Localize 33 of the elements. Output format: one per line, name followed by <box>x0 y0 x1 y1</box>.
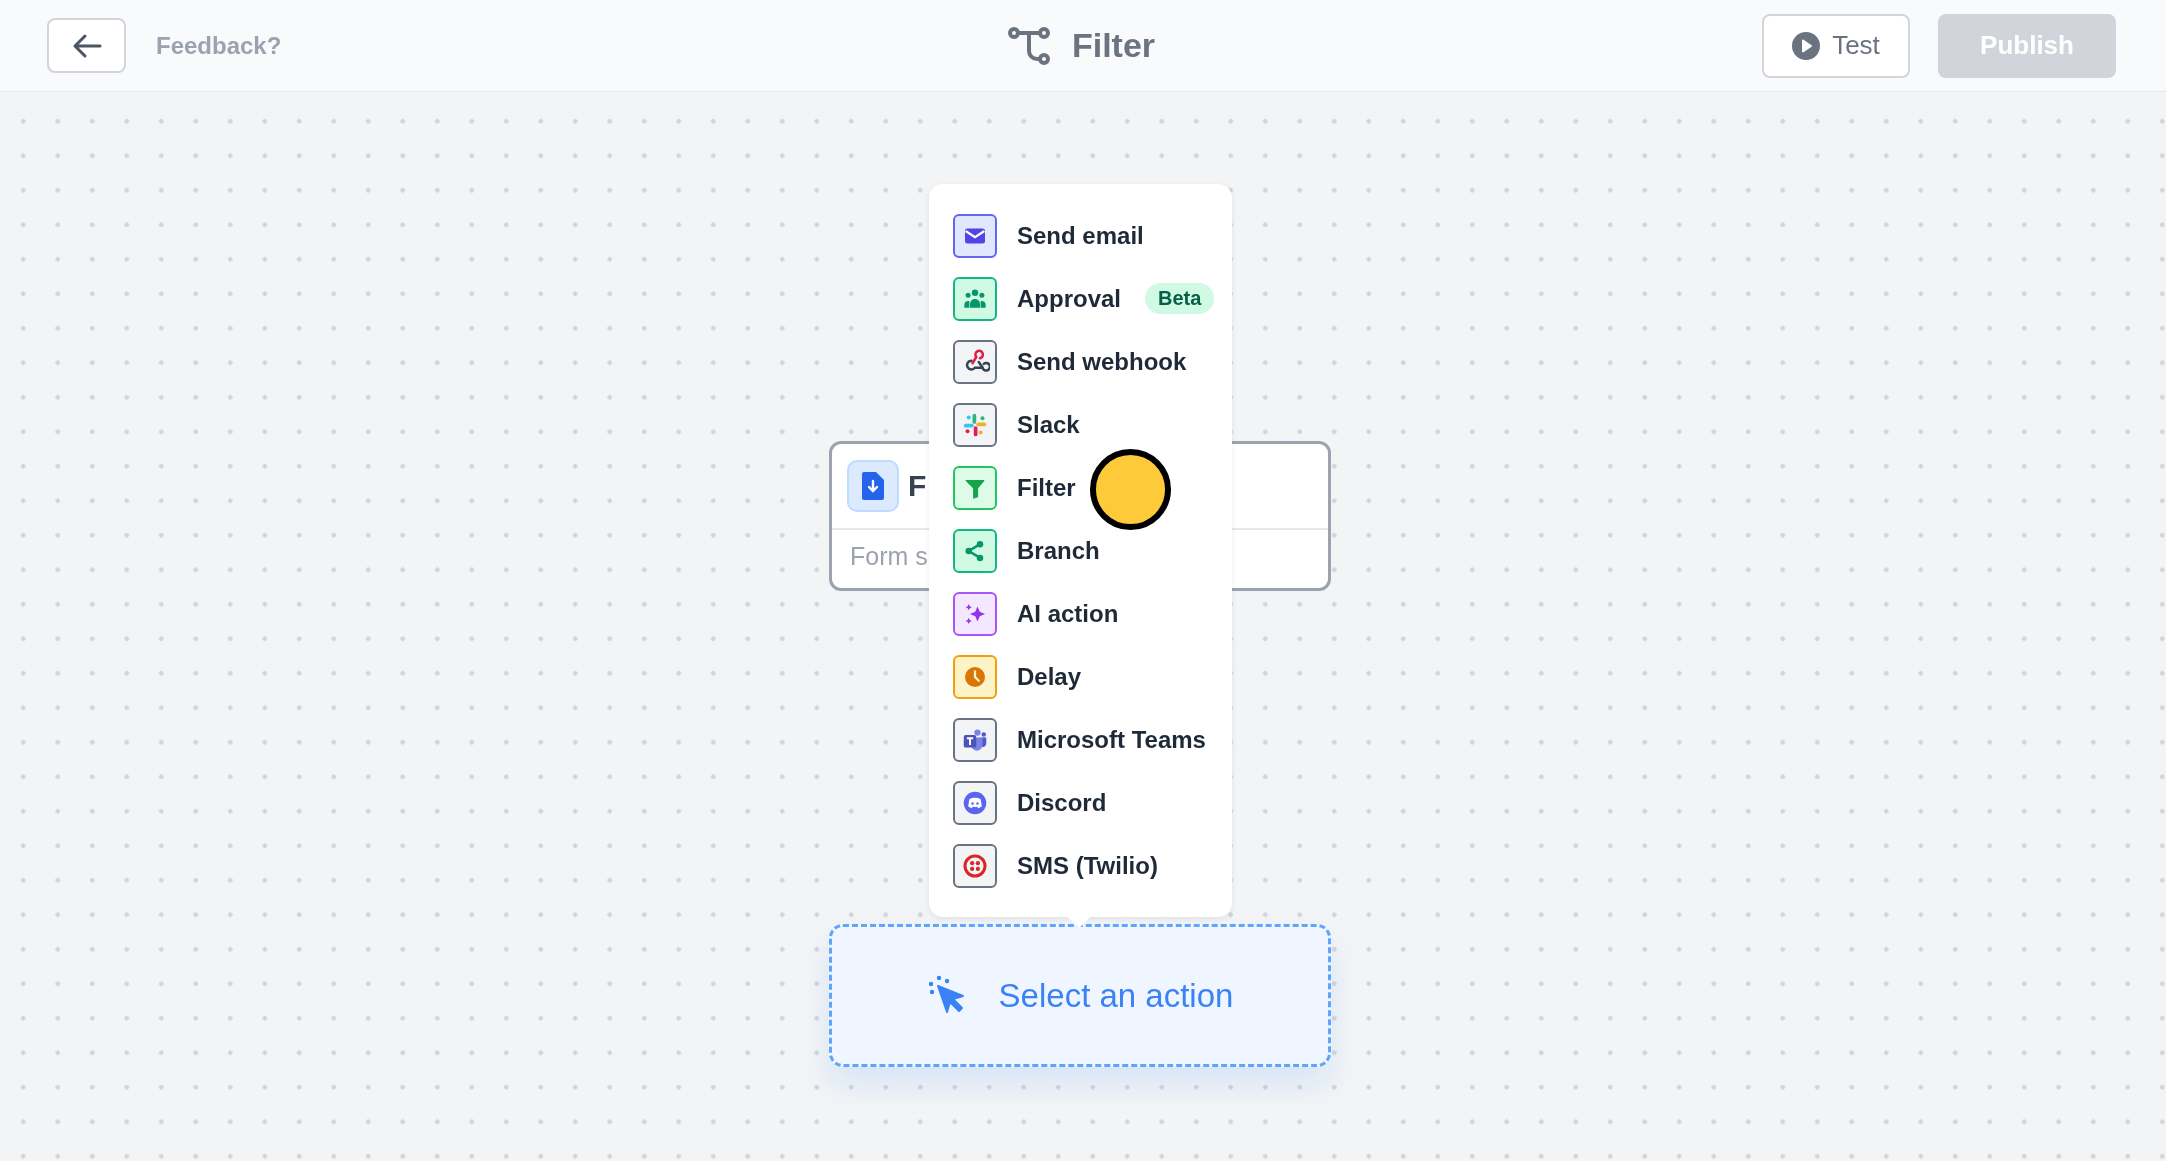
page-title: Filter <box>1071 26 1156 65</box>
menu-item[interactable]: AI action <box>929 582 1232 645</box>
back-arrow-icon <box>71 32 102 59</box>
flow-icon <box>1007 25 1050 66</box>
sparkles-icon <box>953 591 997 636</box>
teams-logo-icon <box>953 717 997 762</box>
play-icon <box>1792 31 1821 60</box>
test-button[interactable]: Test <box>1762 13 1910 78</box>
four-dots-ring-icon <box>953 843 997 888</box>
back-button[interactable] <box>47 18 126 73</box>
share-nodes-icon <box>953 528 997 573</box>
form-download-icon <box>847 460 899 512</box>
menu-item[interactable]: Slack <box>929 393 1232 456</box>
menu-item[interactable]: SMS (Twilio) <box>929 834 1232 897</box>
menu-item[interactable]: Delay <box>929 645 1232 708</box>
select-action-label: Select an action <box>998 976 1234 1015</box>
clock-icon <box>953 654 997 699</box>
game-controller-icon <box>953 780 997 825</box>
hash-logo-icon <box>953 402 997 447</box>
menu-item[interactable]: Send webhook <box>929 330 1232 393</box>
menu-item[interactable]: Microsoft Teams <box>929 708 1232 771</box>
menu-item[interactable]: Discord <box>929 771 1232 834</box>
menu-item[interactable]: Approval Beta <box>929 267 1232 330</box>
envelope-icon <box>953 213 997 258</box>
webhook-icon <box>953 339 997 384</box>
menu-item[interactable]: Filter <box>929 456 1232 519</box>
people-icon <box>953 276 997 321</box>
menu-item[interactable]: Send email <box>929 204 1232 267</box>
node-title: F <box>908 469 927 503</box>
beta-badge: Beta <box>1145 283 1215 314</box>
menu-item[interactable]: Branch <box>929 519 1232 582</box>
funnel-icon <box>953 465 997 510</box>
node-subtitle: Form s <box>850 542 928 571</box>
